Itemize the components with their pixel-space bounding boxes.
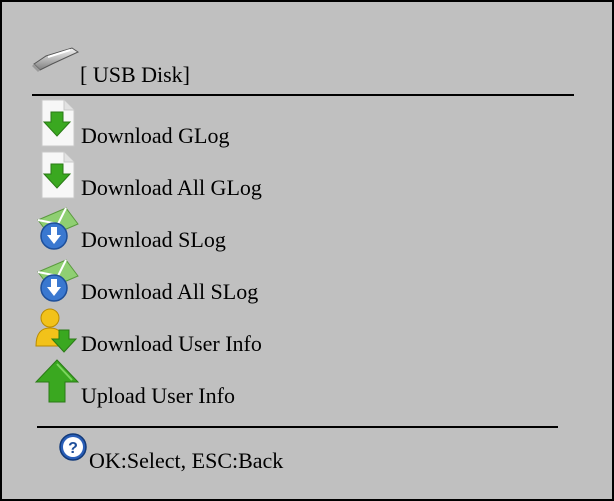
menu-item-download-all-slog[interactable]: Download All SLog: [32, 254, 572, 304]
menu-item-label: Download All SLog: [81, 279, 259, 304]
svg-text:?: ?: [68, 440, 78, 457]
menu-item-label: Download User Info: [81, 331, 262, 356]
header-divider: [32, 94, 574, 96]
footer-divider: [37, 426, 558, 428]
download-document-icon: [41, 99, 75, 147]
download-mail-icon: [37, 207, 79, 250]
menu-item-upload-user-info[interactable]: Upload User Info: [32, 358, 572, 408]
usb-disk-menu-screen: [ USB Disk] Download GLog Download All G…: [0, 0, 614, 501]
menu-item-download-all-glog[interactable]: Download All GLog: [32, 150, 572, 200]
menu-item-download-user-info[interactable]: Download User Info: [32, 306, 572, 356]
menu-item-download-slog[interactable]: Download SLog: [32, 202, 572, 252]
upload-arrow-icon: [34, 359, 80, 403]
header-title: [ USB Disk]: [80, 62, 191, 87]
download-document-icon: [41, 151, 75, 199]
menu-item-label: Download All GLog: [81, 175, 262, 200]
menu-header: [ USB Disk]: [32, 42, 572, 98]
menu-item-label: Upload User Info: [81, 383, 235, 408]
footer-hint-text: OK:Select, ESC:Back: [89, 448, 284, 473]
help-icon: ?: [59, 433, 87, 461]
download-mail-icon: [37, 259, 79, 302]
menu-item-download-glog[interactable]: Download GLog: [32, 98, 572, 148]
menu-item-label: Download SLog: [81, 227, 226, 252]
download-user-icon: [35, 308, 78, 353]
menu-item-label: Download GLog: [81, 123, 230, 148]
usb-drive-icon: [32, 47, 80, 72]
footer-hint: ? OK:Select, ESC:Back: [58, 432, 538, 473]
